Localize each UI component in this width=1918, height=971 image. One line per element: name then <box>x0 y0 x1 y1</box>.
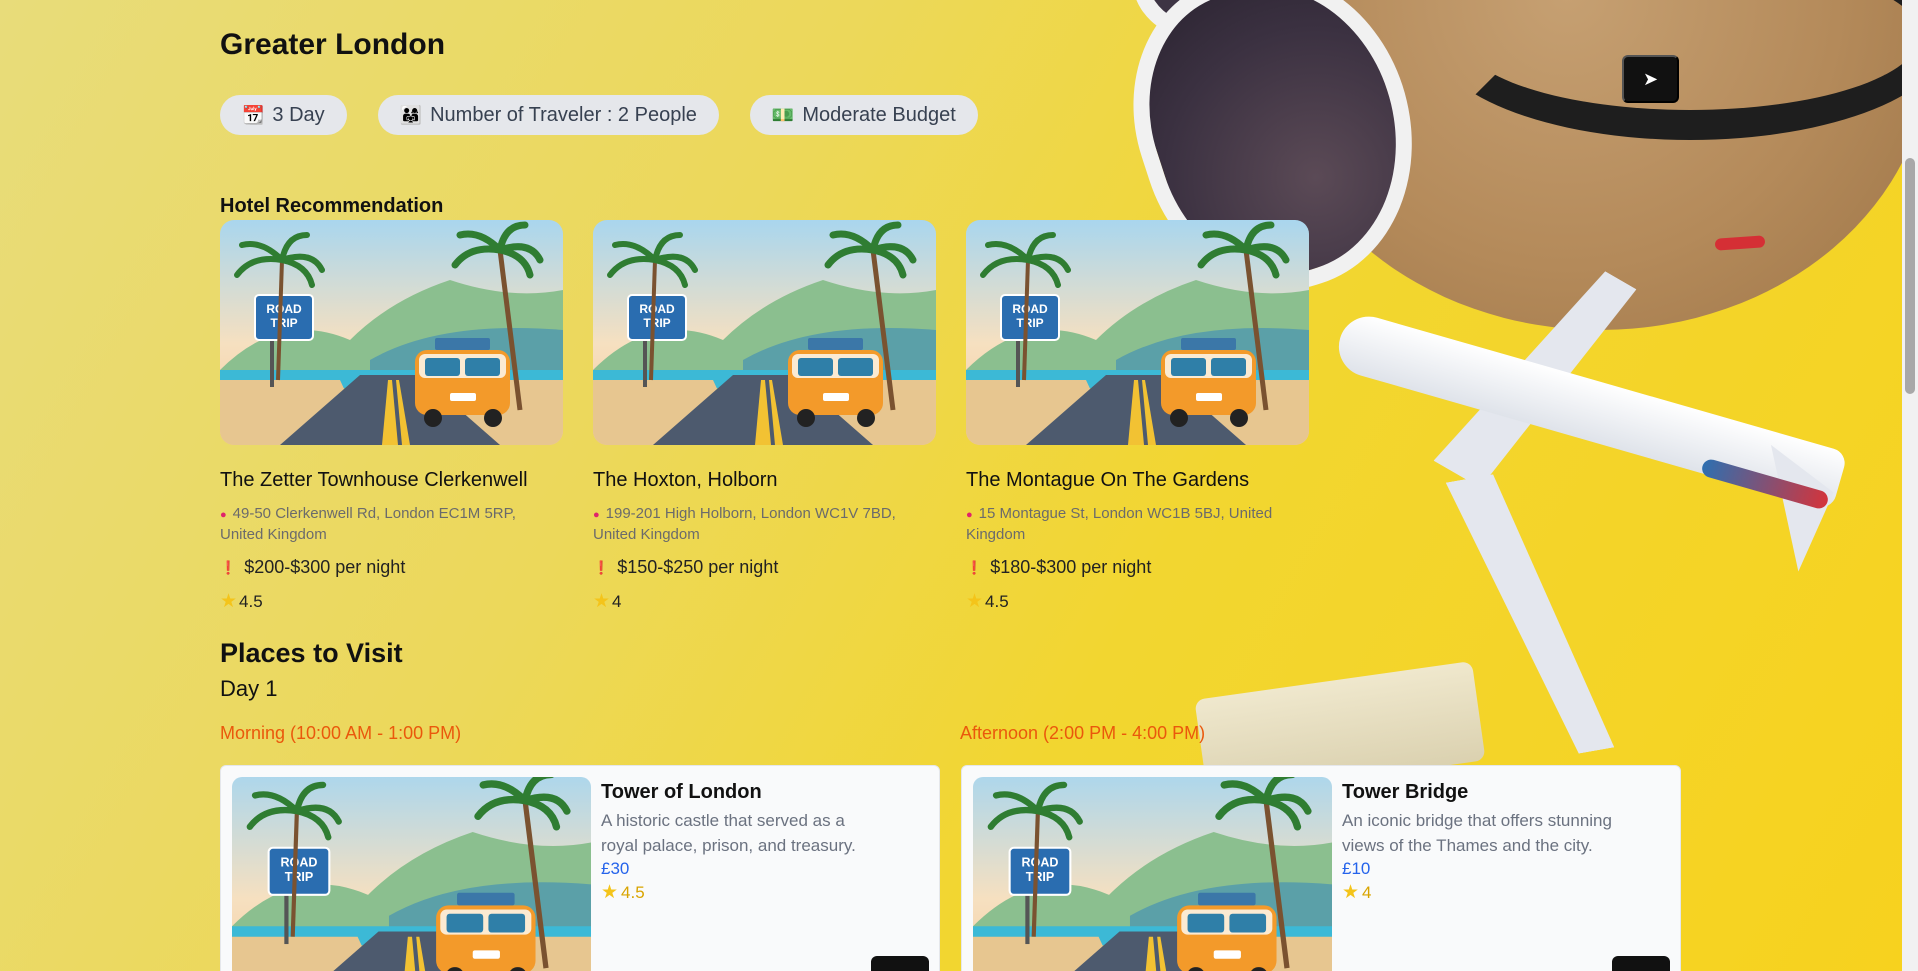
duration-label: 3 Day <box>272 103 325 126</box>
svg-text:ROAD: ROAD <box>1022 856 1059 870</box>
svg-text:ROAD: ROAD <box>266 302 302 316</box>
svg-text:TRIP: TRIP <box>285 870 314 884</box>
trip-location-title: Greater London <box>220 28 446 61</box>
place-card[interactable]: ROAD TRIP Tower Bridge An iconic bridge … <box>961 765 1681 971</box>
place-name: Tower of London <box>601 781 762 803</box>
svg-text:TRIP: TRIP <box>1026 870 1055 884</box>
hotel-price: ❗ $150-$250 per night <box>593 557 779 577</box>
hotel-image: ROAD TRIP <box>593 220 936 445</box>
hotel-card[interactable]: ROAD TRIP The Montague On The Gardens ● 1… <box>966 220 1309 613</box>
map-button[interactable] <box>1612 956 1670 971</box>
svg-text:ROAD: ROAD <box>1012 302 1048 316</box>
place-price: £30 <box>601 859 630 878</box>
location-pin-icon: ● <box>966 509 973 521</box>
place-name: Tower Bridge <box>1342 781 1469 803</box>
price-icon: ❗ <box>220 559 237 575</box>
svg-text:TRIP: TRIP <box>643 316 670 330</box>
hotel-card[interactable]: ROAD TRIP The Hoxton, Holborn ● 199-201 H… <box>593 220 936 613</box>
hotel-card[interactable]: ROAD TRIP The Zetter Townhouse Clerkenwe… <box>220 220 563 613</box>
svg-text:TRIP: TRIP <box>270 316 297 330</box>
airplane-stripe-decoration <box>1700 457 1830 511</box>
hotel-price: ❗ $180-$300 per night <box>966 557 1152 577</box>
map-button[interactable] <box>871 956 929 971</box>
svg-text:TRIP: TRIP <box>1016 316 1043 330</box>
svg-text:ROAD: ROAD <box>281 856 318 870</box>
scrollbar-thumb[interactable] <box>1905 158 1915 394</box>
calendar-icon: 📆 <box>242 104 265 125</box>
share-button[interactable]: ➤ <box>1622 55 1679 103</box>
place-info: Tower of London A historic castle that s… <box>601 777 871 971</box>
hotel-rating: ★ 4.5 <box>966 591 1009 612</box>
airplane-decoration <box>1331 309 1849 511</box>
straw-hat-decoration <box>1270 0 1902 330</box>
airplane-wing-decoration <box>1446 462 1615 768</box>
location-pin-icon: ● <box>220 509 227 521</box>
star-icon: ★ <box>966 591 984 612</box>
star-icon: ★ <box>1342 882 1360 903</box>
budget-label: Moderate Budget <box>802 103 956 126</box>
location-pin-icon: ● <box>593 509 600 521</box>
place-rating: ★ 4 <box>1342 882 1372 903</box>
day-heading: Day 1 <box>220 676 278 701</box>
star-icon: ★ <box>601 882 619 903</box>
hotel-name: The Hoxton, Holborn <box>593 469 778 491</box>
place-description: A historic castle that served as a royal… <box>601 811 856 855</box>
star-icon: ★ <box>220 591 238 612</box>
hotel-rating: ★ 4.5 <box>220 591 263 612</box>
price-icon: ❗ <box>966 559 983 575</box>
place-info: Tower Bridge An iconic bridge that offer… <box>1342 777 1612 971</box>
money-icon: 💵 <box>771 104 795 125</box>
place-image: ROAD TRIP <box>973 777 1332 971</box>
hotel-address: ● 199-201 High Holborn, London WC1V 7BD, … <box>593 505 896 543</box>
place-card[interactable]: ROAD TRIP Tower of London A historic cas… <box>220 765 940 971</box>
budget-chip: 💵 Moderate Budget <box>749 95 978 135</box>
travelers-label: Number of Traveler : 2 People <box>430 103 697 126</box>
place-description: An iconic bridge that offers stunning vi… <box>1342 811 1612 855</box>
airplane-wing-decoration <box>1434 244 1637 506</box>
afternoon-slot-label: Afternoon (2:00 PM - 4:00 PM) <box>960 723 1206 743</box>
hotel-rating: ★ 4 <box>593 591 622 612</box>
star-icon: ★ <box>593 591 611 612</box>
hotel-name: The Montague On The Gardens <box>966 469 1250 491</box>
send-icon: ➤ <box>1642 68 1659 89</box>
hotel-address: ● 49-50 Clerkenwell Rd, London EC1M 5RP, … <box>220 505 516 543</box>
place-image: ROAD TRIP <box>232 777 591 971</box>
svg-text:ROAD: ROAD <box>639 302 675 316</box>
trip-info-chips: 📆 3 Day 👨‍👩‍👧 Number of Traveler : 2 Peo… <box>220 95 978 135</box>
hotel-section-heading: Hotel Recommendation <box>220 195 444 217</box>
sunglasses-lens-decoration <box>1111 0 1349 68</box>
hotel-image: ROAD TRIP <box>966 220 1309 445</box>
airplane-tail-decoration <box>1750 445 1840 575</box>
morning-slot-label: Morning (10:00 AM - 1:00 PM) <box>220 723 462 743</box>
place-price: £10 <box>1342 859 1371 878</box>
travelers-icon: 👨‍👩‍👧 <box>399 104 423 125</box>
places-section-heading: Places to Visit <box>220 638 403 668</box>
hotel-address: ● 15 Montague St, London WC1B 5BJ, United… <box>966 505 1273 543</box>
airplane-wingtip-decoration <box>1714 235 1766 251</box>
hotel-list: ROAD TRIP The Zetter Townhouse Clerkenwe… <box>220 220 1309 613</box>
price-icon: ❗ <box>593 559 610 575</box>
trip-page: Greater London ➤ 📆 3 Day 👨‍👩‍👧 Number of… <box>0 0 1902 971</box>
hotel-image: ROAD TRIP <box>220 220 563 445</box>
hotel-price: ❗ $200-$300 per night <box>220 557 406 577</box>
place-rating: ★ 4.5 <box>601 882 645 903</box>
page-scrollbar[interactable] <box>1902 0 1918 971</box>
hotel-name: The Zetter Townhouse Clerkenwell <box>220 469 528 491</box>
travelers-chip: 👨‍👩‍👧 Number of Traveler : 2 People <box>377 95 719 135</box>
duration-chip: 📆 3 Day <box>220 95 347 135</box>
